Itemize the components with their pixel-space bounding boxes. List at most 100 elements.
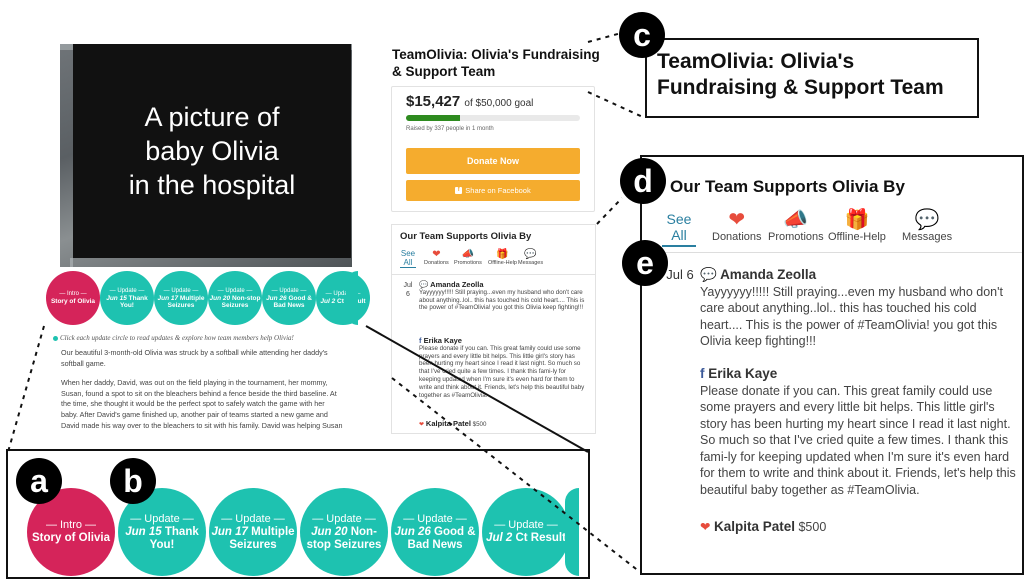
circle-title-text: Story of Olivia	[32, 532, 110, 544]
post-author: Amanda Zeolla	[720, 267, 817, 282]
gift-icon: 🎁	[844, 209, 870, 231]
story-circle-update[interactable]	[346, 271, 358, 325]
callout-a: a	[16, 458, 62, 504]
callout-d: d	[620, 158, 666, 204]
amount-raised: $15,427 of $50,000 goal	[406, 93, 533, 110]
story-circle-update[interactable]: — Update — Jun 20 Non-stop Seizures	[300, 488, 388, 576]
supports-heading: Our Team Supports Olivia By	[400, 231, 532, 242]
story-hint: Click each update circle to read updates…	[60, 334, 294, 342]
circle-kind-label: — Update —	[217, 287, 253, 294]
circle-date: Jul 2	[320, 298, 336, 306]
circle-kind-label: — Update —	[109, 287, 145, 294]
circle-date: Jun 15	[125, 525, 162, 538]
post-author: Erika Kaye	[708, 366, 778, 381]
tab-label: Messages	[902, 231, 953, 243]
circle-kind-label: — Update —	[221, 512, 285, 525]
circle-kind-label: — Update —	[130, 512, 194, 525]
megaphone-icon: 📣	[461, 249, 475, 260]
heart-icon: ❤	[728, 209, 746, 231]
post-date: Jul 6	[403, 282, 413, 298]
tab-promotions[interactable]: 📣 Promotions	[454, 249, 482, 266]
tab-label: Offline-Help	[488, 260, 517, 266]
circle-kind-label: — Update —	[403, 512, 467, 525]
divider	[392, 274, 595, 275]
progress-fill	[406, 115, 460, 121]
chat-bubble-icon: 💬	[700, 267, 717, 282]
heart-icon: ❤	[700, 520, 711, 534]
circle-title-text: Story of Olivia	[50, 298, 96, 306]
chat-bubble-icon: 💬	[419, 280, 429, 289]
facebook-icon: f	[455, 187, 463, 194]
zoom-post-amanda: 💬 Amanda Zeolla Yayyyyyy!!!!! Still pray…	[700, 267, 1020, 350]
tab-messages[interactable]: 💬 Messages	[902, 209, 952, 243]
post-text: Please donate if you can. This great fam…	[700, 383, 1016, 497]
zoom-tab-see-all[interactable]: See All	[662, 211, 696, 247]
heart-icon: ❤	[419, 421, 425, 428]
hero-caption-box: A picture of baby Olivia in the hospital	[73, 44, 351, 258]
circle-title: Story of Olivia	[51, 298, 95, 306]
chat-bubble-icon: 💬	[524, 249, 537, 260]
divider	[642, 252, 1022, 253]
circle-title: Jun 26 Good & Bad News	[262, 295, 316, 310]
circle-date: Jun 26	[394, 525, 431, 538]
post-author: Kalpita Patel	[425, 419, 471, 428]
circle-title: Jul 2 Ct Result	[486, 532, 566, 545]
post-erika: f Erika Kaye Please donate if you can. T…	[419, 337, 589, 399]
tab-see-all[interactable]: See All	[400, 249, 416, 268]
circle-date: Jun 20	[209, 294, 231, 302]
story-circle-update[interactable]: — Update — Jun 26 Good & Bad News	[391, 488, 479, 576]
story-text: Our beautiful 3-month-old Olivia was str…	[61, 348, 343, 433]
goal-text: of $50,000 goal	[464, 98, 534, 109]
circle-date: Jul 2	[486, 532, 513, 544]
circle-title: Jun 17 Multiple Seizures	[154, 295, 208, 310]
tab-label: Promotions	[454, 260, 482, 266]
circle-date: Jun 20	[311, 525, 348, 538]
callout-c: c	[619, 12, 665, 58]
tab-donations[interactable]: ❤ Donations	[712, 209, 762, 243]
megaphone-icon: 📣	[783, 209, 809, 231]
zoom-post-erika: f Erika Kaye Please donate if you can. T…	[700, 366, 1020, 498]
zoom-post-kalpita: ❤ Kalpita Patel $500	[700, 519, 1020, 536]
tab-label: Donations	[424, 260, 449, 266]
circle-kind-label: — Intro —	[59, 291, 87, 298]
tab-donations[interactable]: ❤ Donations	[424, 249, 449, 266]
circle-kind-label: — Intro —	[45, 519, 97, 531]
circle-title: Jun 17 Multiple Seizures	[209, 526, 297, 552]
circle-kind-label: — Update —	[312, 512, 376, 525]
story-circle-update[interactable]: — Update —Jul 2 Ct Result	[316, 271, 370, 325]
circle-date: Jun 26	[266, 294, 287, 302]
tab-offline-help[interactable]: 🎁 Offline-Help	[828, 209, 886, 243]
zoom-supports-heading: Our Team Supports Olivia By	[670, 177, 905, 196]
circle-title: Story of Olivia	[32, 532, 110, 545]
zoom-title-panel: TeamOlivia: Olivia's Fundraising & Suppo…	[645, 38, 979, 118]
share-facebook-button[interactable]: f Share on Facebook	[406, 180, 580, 201]
post-text: Yayyyyyy!!!!! Still praying...even my hu…	[700, 284, 1003, 349]
story-circle-update[interactable]: — Update — Jun 17 Multiple Seizures	[209, 488, 297, 576]
zoom-circles-panel: — Intro — Story of Olivia — Update — Jun 15…	[6, 449, 590, 579]
facebook-icon: f	[700, 366, 705, 381]
circle-title-text: Ct Result	[515, 532, 566, 544]
circle-title: Jun 20 Non-stop Seizures	[300, 526, 388, 552]
story-circle-update[interactable]: — Update — Jun 17 Multiple Seizures	[154, 271, 208, 325]
story-circle-update[interactable]	[565, 488, 579, 576]
story-circle-update[interactable]: — Update — Jun 15 Thank You!	[100, 271, 154, 325]
story-circle-update[interactable]: — Update — Jun 20 Non-stop Seizures	[208, 271, 262, 325]
raised-amount: $15,427	[406, 93, 461, 110]
story-circle-intro[interactable]: — Intro — Story of Olivia	[46, 271, 100, 325]
share-label: Share on Facebook	[465, 186, 531, 195]
tab-label: Donations	[712, 231, 762, 243]
circle-kind-label: — Update —	[494, 519, 558, 531]
donation-amount: $500	[472, 421, 487, 428]
circle-date: Jun 17	[157, 294, 179, 302]
tab-messages[interactable]: 💬 Messages	[518, 249, 543, 266]
story-paragraph: Our beautiful 3-month-old Olivia was str…	[61, 348, 328, 368]
progress-bar	[406, 115, 580, 121]
tab-promotions[interactable]: 📣 Promotions	[768, 209, 824, 243]
story-circle-update[interactable]: — Update —Jul 2 Ct Result	[482, 488, 570, 576]
story-circle-update[interactable]: — Update — Jun 26 Good & Bad News	[262, 271, 316, 325]
circle-title: Jun 26 Good & Bad News	[391, 526, 479, 552]
story-paragraph: When her daddy, David, was out on the fi…	[61, 378, 343, 433]
donate-button[interactable]: Donate Now	[406, 148, 580, 174]
zoom-supports-panel: Our Team Supports Olivia By See All Jul …	[640, 155, 1024, 575]
tab-offline-help[interactable]: 🎁 Offline-Help	[488, 249, 517, 266]
